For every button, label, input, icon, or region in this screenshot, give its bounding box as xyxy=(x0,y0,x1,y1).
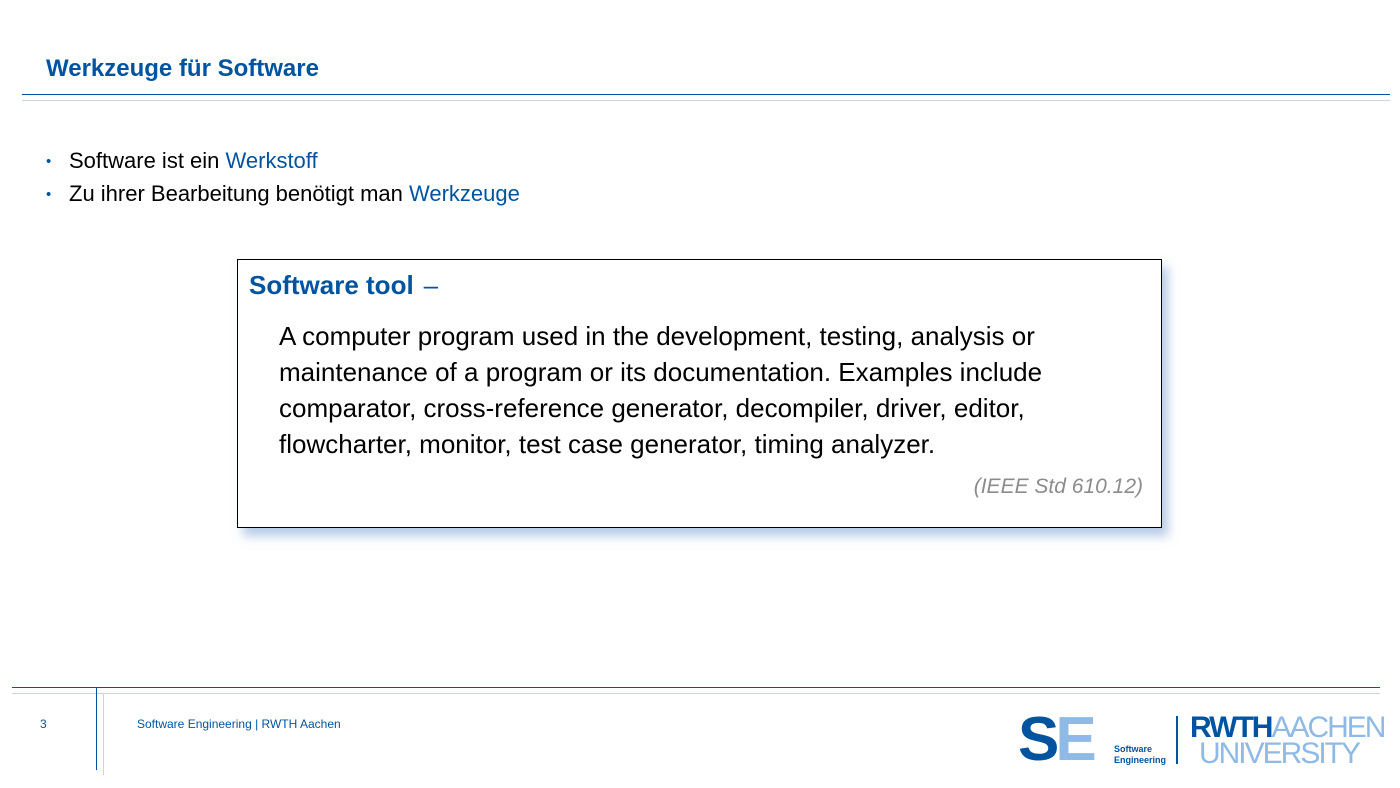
definition-heading: Software tool – xyxy=(249,270,438,301)
bullet-list: • Software ist ein Werkstoff • Zu ihrer Be… xyxy=(46,145,520,211)
footer-vertical-divider-secondary xyxy=(103,693,104,775)
definition-dash: – xyxy=(423,270,439,300)
rwth-logo-bottom: UNIVERSITY xyxy=(1198,737,1361,770)
title-divider-secondary xyxy=(22,100,1390,101)
footer-text: Software Engineering | RWTH Aachen xyxy=(137,717,341,731)
bullet-text: Zu ihrer Bearbeitung benötigt man xyxy=(69,181,409,206)
bullet-item: • Software ist ein Werkstoff xyxy=(46,145,520,178)
bullet-glyph: • xyxy=(46,153,52,170)
definition-source: (IEEE Std 610.12) xyxy=(973,475,1143,498)
se-logo-caption: Software Engineering xyxy=(1114,744,1167,765)
footer-vertical-divider xyxy=(96,688,97,770)
definition-text: A computer program used in the developme… xyxy=(279,318,1149,462)
bullet-glyph: • xyxy=(46,186,52,203)
bullet-item: • Zu ihrer Bearbeitung benötigt man Werkz… xyxy=(46,178,520,211)
page-number: 3 xyxy=(40,717,47,731)
title-divider xyxy=(22,94,1390,95)
definition-box: Software tool – A computer program used i… xyxy=(237,259,1162,528)
definition-term: Software tool xyxy=(249,270,414,300)
bullet-highlight: Werkzeuge xyxy=(408,181,520,206)
rwth-logo: RWTHAACHEN UNIVERSITY xyxy=(1190,712,1386,770)
definition-line: comparator, cross-reference generator, d… xyxy=(279,393,1025,423)
definition-line: A computer program used in the developme… xyxy=(279,321,1035,351)
bullet-highlight: Werkstoff xyxy=(225,148,318,173)
bullet-text: Software ist ein xyxy=(69,148,226,173)
logo-separator xyxy=(1176,716,1178,764)
definition-line: flowcharter, monitor, test case generato… xyxy=(279,429,936,459)
definition-line: maintenance of a program or its document… xyxy=(279,357,1043,387)
slide-title: Werkzeuge für Software xyxy=(46,55,319,82)
se-logo-letters: SE xyxy=(1018,705,1097,774)
footer-divider-secondary xyxy=(12,693,1380,694)
footer-divider xyxy=(12,687,1380,688)
